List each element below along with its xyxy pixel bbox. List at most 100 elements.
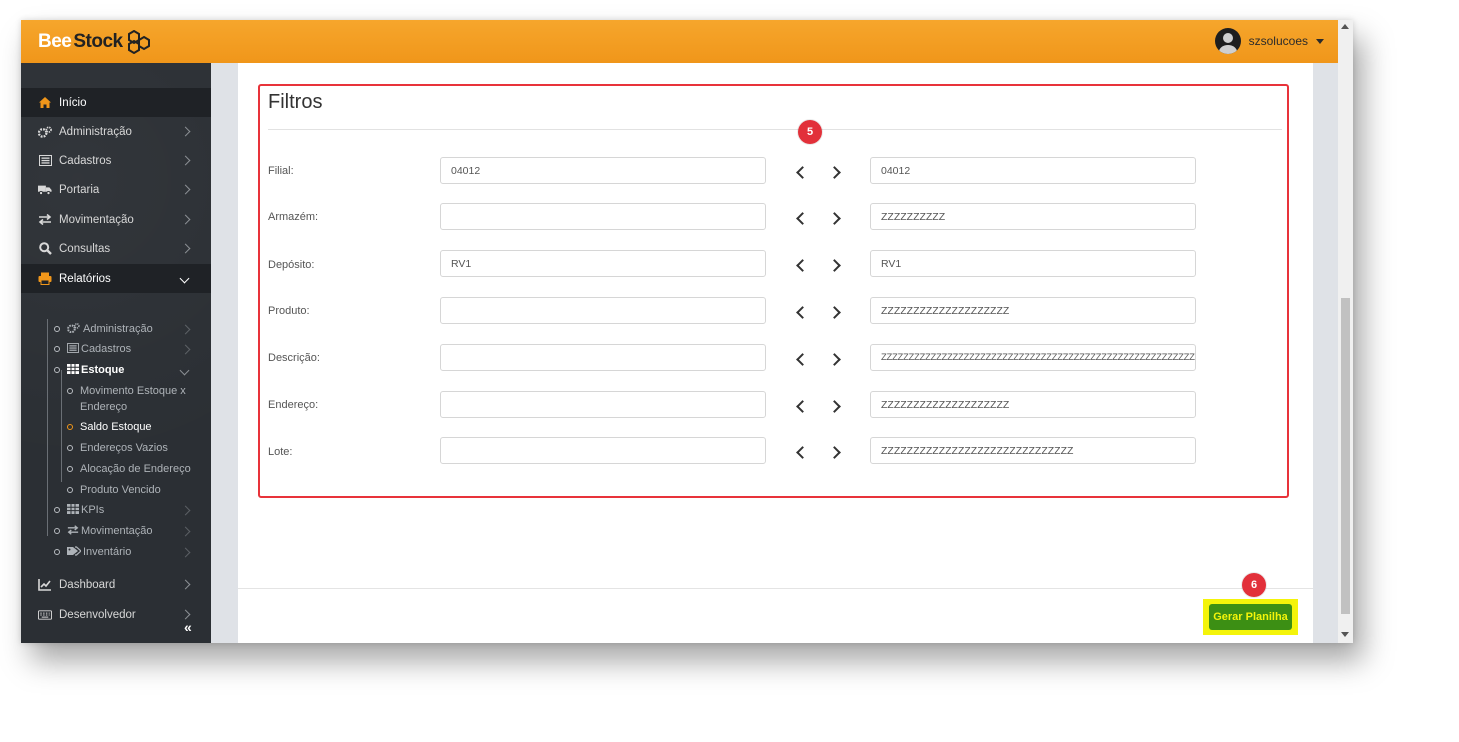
table-icon bbox=[67, 503, 79, 517]
list-icon bbox=[38, 154, 52, 168]
sidebar-subitem-inventario[interactable]: Inventário bbox=[21, 543, 211, 561]
sidebar-item-label: Dashboard bbox=[59, 578, 116, 591]
user-menu[interactable]: szsolucoes bbox=[1214, 28, 1324, 54]
sidebar-item-portaria[interactable]: Portaria bbox=[21, 175, 211, 204]
sidebar-subitem-estoque[interactable]: Estoque bbox=[21, 361, 211, 379]
title-divider bbox=[268, 129, 1282, 130]
chevron-right-icon bbox=[180, 609, 191, 620]
sidebar-subitem-label: Endereços Vazios bbox=[80, 442, 168, 454]
list-icon bbox=[67, 342, 79, 356]
exchange-icon bbox=[67, 524, 79, 538]
app-window: Bee Stock szsolucoes Início Administraçã… bbox=[21, 20, 1353, 643]
chevron-right-icon bbox=[180, 344, 191, 354]
endereco-to-input[interactable]: ZZZZZZZZZZZZZZZZZZZZ bbox=[870, 391, 1196, 418]
descricao-to-input[interactable]: ZZZZZZZZZZZZZZZZZZZZZZZZZZZZZZZZZZZZZZZZ… bbox=[870, 344, 1196, 371]
produto-to-input[interactable]: ZZZZZZZZZZZZZZZZZZZZ bbox=[870, 297, 1196, 324]
tags-icon bbox=[67, 545, 82, 559]
filial-from-input[interactable]: 04012 bbox=[440, 157, 766, 184]
filial-to-input[interactable]: 04012 bbox=[870, 157, 1196, 184]
chevron-down-icon bbox=[179, 273, 190, 284]
sidebar-subitem-label: Saldo Estoque bbox=[80, 421, 152, 433]
sidebar-subitem-administracao[interactable]: Administração bbox=[21, 320, 211, 338]
sidebar-subitem-saldo-estoque[interactable]: Saldo Estoque bbox=[21, 418, 211, 436]
sidebar-item-label: Desenvolvedor bbox=[59, 608, 136, 621]
deposito-to-input[interactable]: RV1 bbox=[870, 250, 1196, 277]
bullet-icon bbox=[67, 445, 73, 451]
sidebar-subitem-label: Endereço bbox=[80, 401, 128, 413]
sidebar-subitem-enderecos-vazios[interactable]: Endereços Vazios bbox=[21, 439, 211, 457]
lote-from-input[interactable] bbox=[440, 437, 766, 464]
produto-from-input[interactable] bbox=[440, 297, 766, 324]
chevron-down-icon bbox=[179, 365, 190, 375]
filters-title: Filtros bbox=[268, 91, 323, 113]
bullet-icon bbox=[54, 549, 60, 555]
armazem-to-input[interactable]: ZZZZZZZZZZ bbox=[870, 203, 1196, 230]
sidebar-subitem-label: Produto Vencido bbox=[80, 484, 161, 496]
sidebar-subitem-label: Movimentação bbox=[81, 525, 153, 537]
sidebar-subitem-produto-vencido[interactable]: Produto Vencido bbox=[21, 481, 211, 499]
chevron-right-icon bbox=[180, 324, 191, 334]
brand-text-bee: Bee bbox=[38, 31, 72, 52]
sidebar-subitem-movimentacao[interactable]: Movimentação bbox=[21, 522, 211, 540]
sidebar-subitem-label: Cadastros bbox=[81, 343, 132, 355]
gears-icon bbox=[67, 322, 80, 336]
chevron-right-icon bbox=[180, 547, 191, 557]
step-badge-5: 5 bbox=[798, 120, 822, 144]
sidebar-item-label: Consultas bbox=[59, 242, 111, 255]
generate-spreadsheet-button[interactable]: Gerar Planilha bbox=[1209, 604, 1292, 630]
sidebar-subitem-kpis[interactable]: KPIs bbox=[21, 501, 211, 519]
sidebar-item-relatorios[interactable]: Relatórios bbox=[21, 264, 211, 293]
scrollbar-thumb[interactable] bbox=[1341, 298, 1350, 614]
bullet-icon bbox=[54, 528, 60, 534]
table-icon bbox=[67, 363, 79, 377]
brand-logo[interactable]: Bee Stock bbox=[38, 30, 153, 54]
sidebar-item-cadastros[interactable]: Cadastros bbox=[21, 146, 211, 175]
filial-label: Filial: bbox=[268, 165, 294, 177]
scroll-down-icon[interactable] bbox=[1341, 632, 1349, 637]
sidebar-item-label: Cadastros bbox=[59, 154, 112, 167]
chevron-right-icon bbox=[180, 155, 191, 166]
keyboard-icon bbox=[38, 608, 52, 622]
chevron-right-icon bbox=[180, 526, 191, 536]
generate-button-highlight: Gerar Planilha bbox=[1203, 599, 1298, 635]
home-icon bbox=[38, 96, 52, 110]
armazem-from-input[interactable] bbox=[440, 203, 766, 230]
honeycomb-icon bbox=[127, 30, 150, 54]
bullet-icon bbox=[67, 424, 73, 430]
deposito-from-input[interactable]: RV1 bbox=[440, 250, 766, 277]
sidebar-item-movimentacao[interactable]: Movimentação bbox=[21, 205, 211, 234]
lote-to-input[interactable]: ZZZZZZZZZZZZZZZZZZZZZZZZZZZZZZ bbox=[870, 437, 1196, 464]
truck-icon bbox=[38, 183, 52, 197]
collapse-sidebar-button[interactable]: « bbox=[184, 619, 192, 635]
descricao-label: Descrição: bbox=[268, 352, 320, 364]
sidebar-item-administracao[interactable]: Administração bbox=[21, 117, 211, 146]
user-name: szsolucoes bbox=[1248, 34, 1308, 48]
descricao-from-input[interactable] bbox=[440, 344, 766, 371]
bullet-icon bbox=[67, 388, 73, 394]
search-icon bbox=[38, 242, 52, 256]
sidebar-item-label: Portaria bbox=[59, 183, 100, 196]
sidebar-item-label: Movimentação bbox=[59, 213, 134, 226]
sidebar-subitem-movimento-estoque-line2[interactable]: Endereço bbox=[21, 398, 211, 416]
scroll-up-icon[interactable] bbox=[1341, 24, 1349, 29]
sidebar-item-consultas[interactable]: Consultas bbox=[21, 234, 211, 263]
endereco-label: Endereço: bbox=[268, 399, 319, 411]
bullet-icon bbox=[54, 367, 60, 373]
sidebar-subitem-label: Alocação de Endereço bbox=[80, 463, 191, 475]
sidebar-subitem-alocacao-endereco[interactable]: Alocação de Endereço bbox=[21, 460, 211, 478]
armazem-label: Armazém: bbox=[268, 211, 319, 223]
endereco-from-input[interactable] bbox=[440, 391, 766, 418]
chevron-right-icon bbox=[180, 579, 191, 590]
top-bar: Bee Stock szsolucoes bbox=[21, 20, 1338, 63]
sidebar-subitem-cadastros[interactable]: Cadastros bbox=[21, 340, 211, 358]
footer-divider bbox=[238, 588, 1313, 589]
printer-icon bbox=[38, 272, 52, 286]
chevron-right-icon bbox=[180, 126, 191, 137]
vertical-scrollbar[interactable] bbox=[1338, 20, 1353, 643]
sidebar-item-inicio[interactable]: Início bbox=[21, 88, 211, 117]
sidebar-item-desenvolvedor[interactable]: Desenvolvedor bbox=[21, 600, 211, 629]
sidebar-item-dashboard[interactable]: Dashboard bbox=[21, 570, 211, 599]
produto-label: Produto: bbox=[268, 305, 310, 317]
gears-icon bbox=[38, 125, 52, 139]
sidebar-subitem-label: Movimento Estoque x bbox=[80, 385, 186, 397]
